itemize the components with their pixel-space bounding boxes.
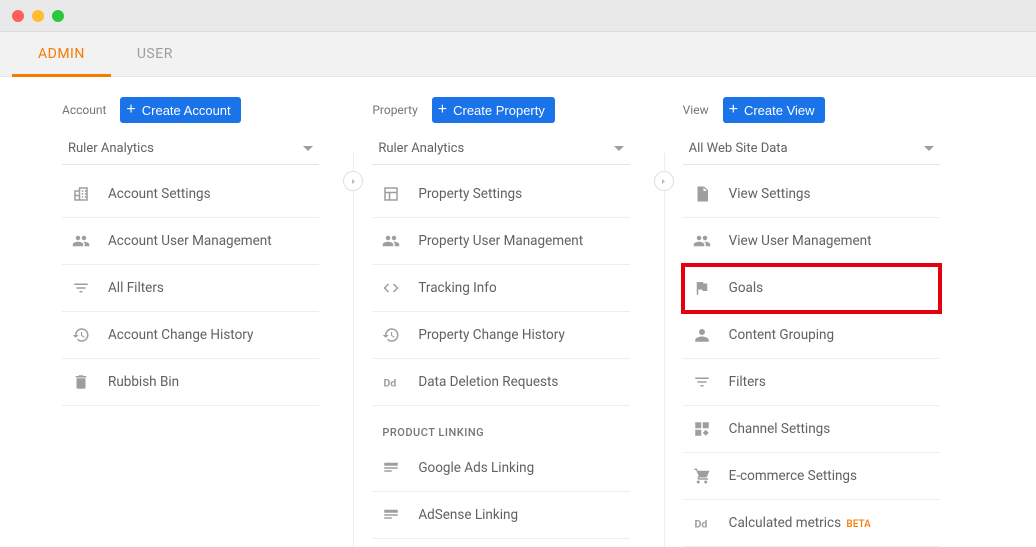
all-filters-label: All Filters — [108, 280, 164, 296]
account-change-history[interactable]: Account Change History — [62, 312, 319, 359]
view-settings-label: View Settings — [729, 186, 811, 202]
dd-icon: Dd — [693, 514, 711, 532]
link-icon — [382, 459, 400, 477]
account-settings[interactable]: Account Settings — [62, 171, 319, 218]
property-change-history[interactable]: Property Change History — [372, 312, 629, 359]
layout-icon — [382, 185, 400, 203]
view-dropdown-value: All Web Site Data — [689, 141, 788, 156]
create-view-button[interactable]: + Create View — [723, 97, 825, 123]
property-dropdown[interactable]: Ruler Analytics — [372, 141, 629, 165]
channel-settings[interactable]: Channel Settings — [683, 406, 940, 453]
top-tabs: ADMIN USER — [0, 32, 1036, 77]
beta-badge: BETA — [846, 519, 870, 530]
view-user-management-label: View User Management — [729, 233, 872, 249]
dd-icon: Dd — [382, 373, 400, 391]
history-icon — [72, 326, 90, 344]
adsense-linking-label: AdSense Linking — [418, 507, 518, 523]
property-dropdown-value: Ruler Analytics — [378, 141, 464, 156]
view-column: View + Create View All Web Site Data Vie… — [665, 97, 974, 547]
plus-icon: + — [126, 102, 135, 118]
data-deletion-requests-label: Data Deletion Requests — [418, 374, 558, 390]
account-column: Account + Create Account Ruler Analytics… — [62, 97, 353, 547]
property-settings[interactable]: Property Settings — [372, 171, 629, 218]
content-grouping-label: Content Grouping — [729, 327, 834, 343]
goals[interactable]: Goals — [683, 265, 940, 312]
property-user-management[interactable]: Property User Management — [372, 218, 629, 265]
account-user-management[interactable]: Account User Management — [62, 218, 319, 265]
maximize-icon[interactable] — [52, 10, 64, 22]
calculated-metrics-label: Calculated metrics — [729, 515, 841, 531]
adsense-linking[interactable]: AdSense Linking — [372, 492, 629, 539]
channel-icon — [693, 420, 711, 438]
content-grouping[interactable]: Content Grouping — [683, 312, 940, 359]
users-icon — [382, 232, 400, 250]
filters-label: Filters — [729, 374, 766, 390]
google-ads-linking-label: Google Ads Linking — [418, 460, 534, 476]
goals-label: Goals — [729, 280, 764, 296]
svg-text:Dd: Dd — [694, 518, 707, 531]
tracking-info-label: Tracking Info — [418, 280, 496, 296]
minimize-icon[interactable] — [32, 10, 44, 22]
account-change-history-label: Account Change History — [108, 327, 253, 343]
plus-icon: + — [729, 102, 738, 118]
all-filters[interactable]: All Filters — [62, 265, 319, 312]
building-icon — [72, 185, 90, 203]
google-ads-linking[interactable]: Google Ads Linking — [372, 445, 629, 492]
link-icon — [382, 506, 400, 524]
ecommerce-settings[interactable]: E-commerce Settings — [683, 453, 940, 500]
plus-icon: + — [438, 102, 447, 118]
property-settings-label: Property Settings — [418, 186, 522, 202]
account-dropdown-value: Ruler Analytics — [68, 141, 154, 156]
data-deletion-requests[interactable]: Dd Data Deletion Requests — [372, 359, 629, 406]
close-icon[interactable] — [12, 10, 24, 22]
account-dropdown[interactable]: Ruler Analytics — [62, 141, 319, 165]
history-icon — [382, 326, 400, 344]
ecommerce-settings-label: E-commerce Settings — [729, 468, 857, 484]
code-icon — [382, 279, 400, 297]
view-settings[interactable]: View Settings — [683, 171, 940, 218]
window-chrome — [0, 0, 1036, 32]
cart-icon — [693, 467, 711, 485]
tracking-info[interactable]: Tracking Info — [372, 265, 629, 312]
chevron-down-icon — [303, 146, 313, 151]
users-icon — [693, 232, 711, 250]
chevron-down-icon — [614, 146, 624, 151]
arrow-right-icon — [654, 171, 674, 191]
chevron-down-icon — [924, 146, 934, 151]
filters[interactable]: Filters — [683, 359, 940, 406]
account-settings-label: Account Settings — [108, 186, 211, 202]
calculated-metrics[interactable]: Dd Calculated metrics BETA — [683, 500, 940, 547]
users-icon — [72, 232, 90, 250]
property-column: Property + Create Property Ruler Analyti… — [354, 97, 663, 547]
tab-admin[interactable]: ADMIN — [12, 32, 111, 76]
create-account-button[interactable]: + Create Account — [120, 97, 240, 123]
rubbish-bin-label: Rubbish Bin — [108, 374, 179, 390]
property-change-history-label: Property Change History — [418, 327, 565, 343]
view-label: View — [683, 103, 709, 117]
create-property-button[interactable]: + Create Property — [432, 97, 555, 123]
property-user-management-label: Property User Management — [418, 233, 583, 249]
create-view-label: Create View — [744, 103, 815, 118]
page-icon — [693, 185, 711, 203]
product-linking-heading: PRODUCT LINKING — [372, 406, 629, 445]
funnel-icon — [693, 373, 711, 391]
person-icon — [693, 326, 711, 344]
tab-user[interactable]: USER — [111, 32, 199, 76]
account-label: Account — [62, 103, 106, 117]
svg-text:Dd: Dd — [384, 377, 397, 390]
view-dropdown[interactable]: All Web Site Data — [683, 141, 940, 165]
rubbish-bin[interactable]: Rubbish Bin — [62, 359, 319, 406]
view-user-management[interactable]: View User Management — [683, 218, 940, 265]
admin-panels: Account + Create Account Ruler Analytics… — [0, 77, 1036, 547]
flag-icon — [693, 279, 711, 297]
create-property-label: Create Property — [453, 103, 545, 118]
funnel-icon — [72, 279, 90, 297]
property-label: Property — [372, 103, 417, 117]
trash-icon — [72, 373, 90, 391]
account-user-management-label: Account User Management — [108, 233, 272, 249]
channel-settings-label: Channel Settings — [729, 421, 831, 437]
create-account-label: Create Account — [142, 103, 231, 118]
